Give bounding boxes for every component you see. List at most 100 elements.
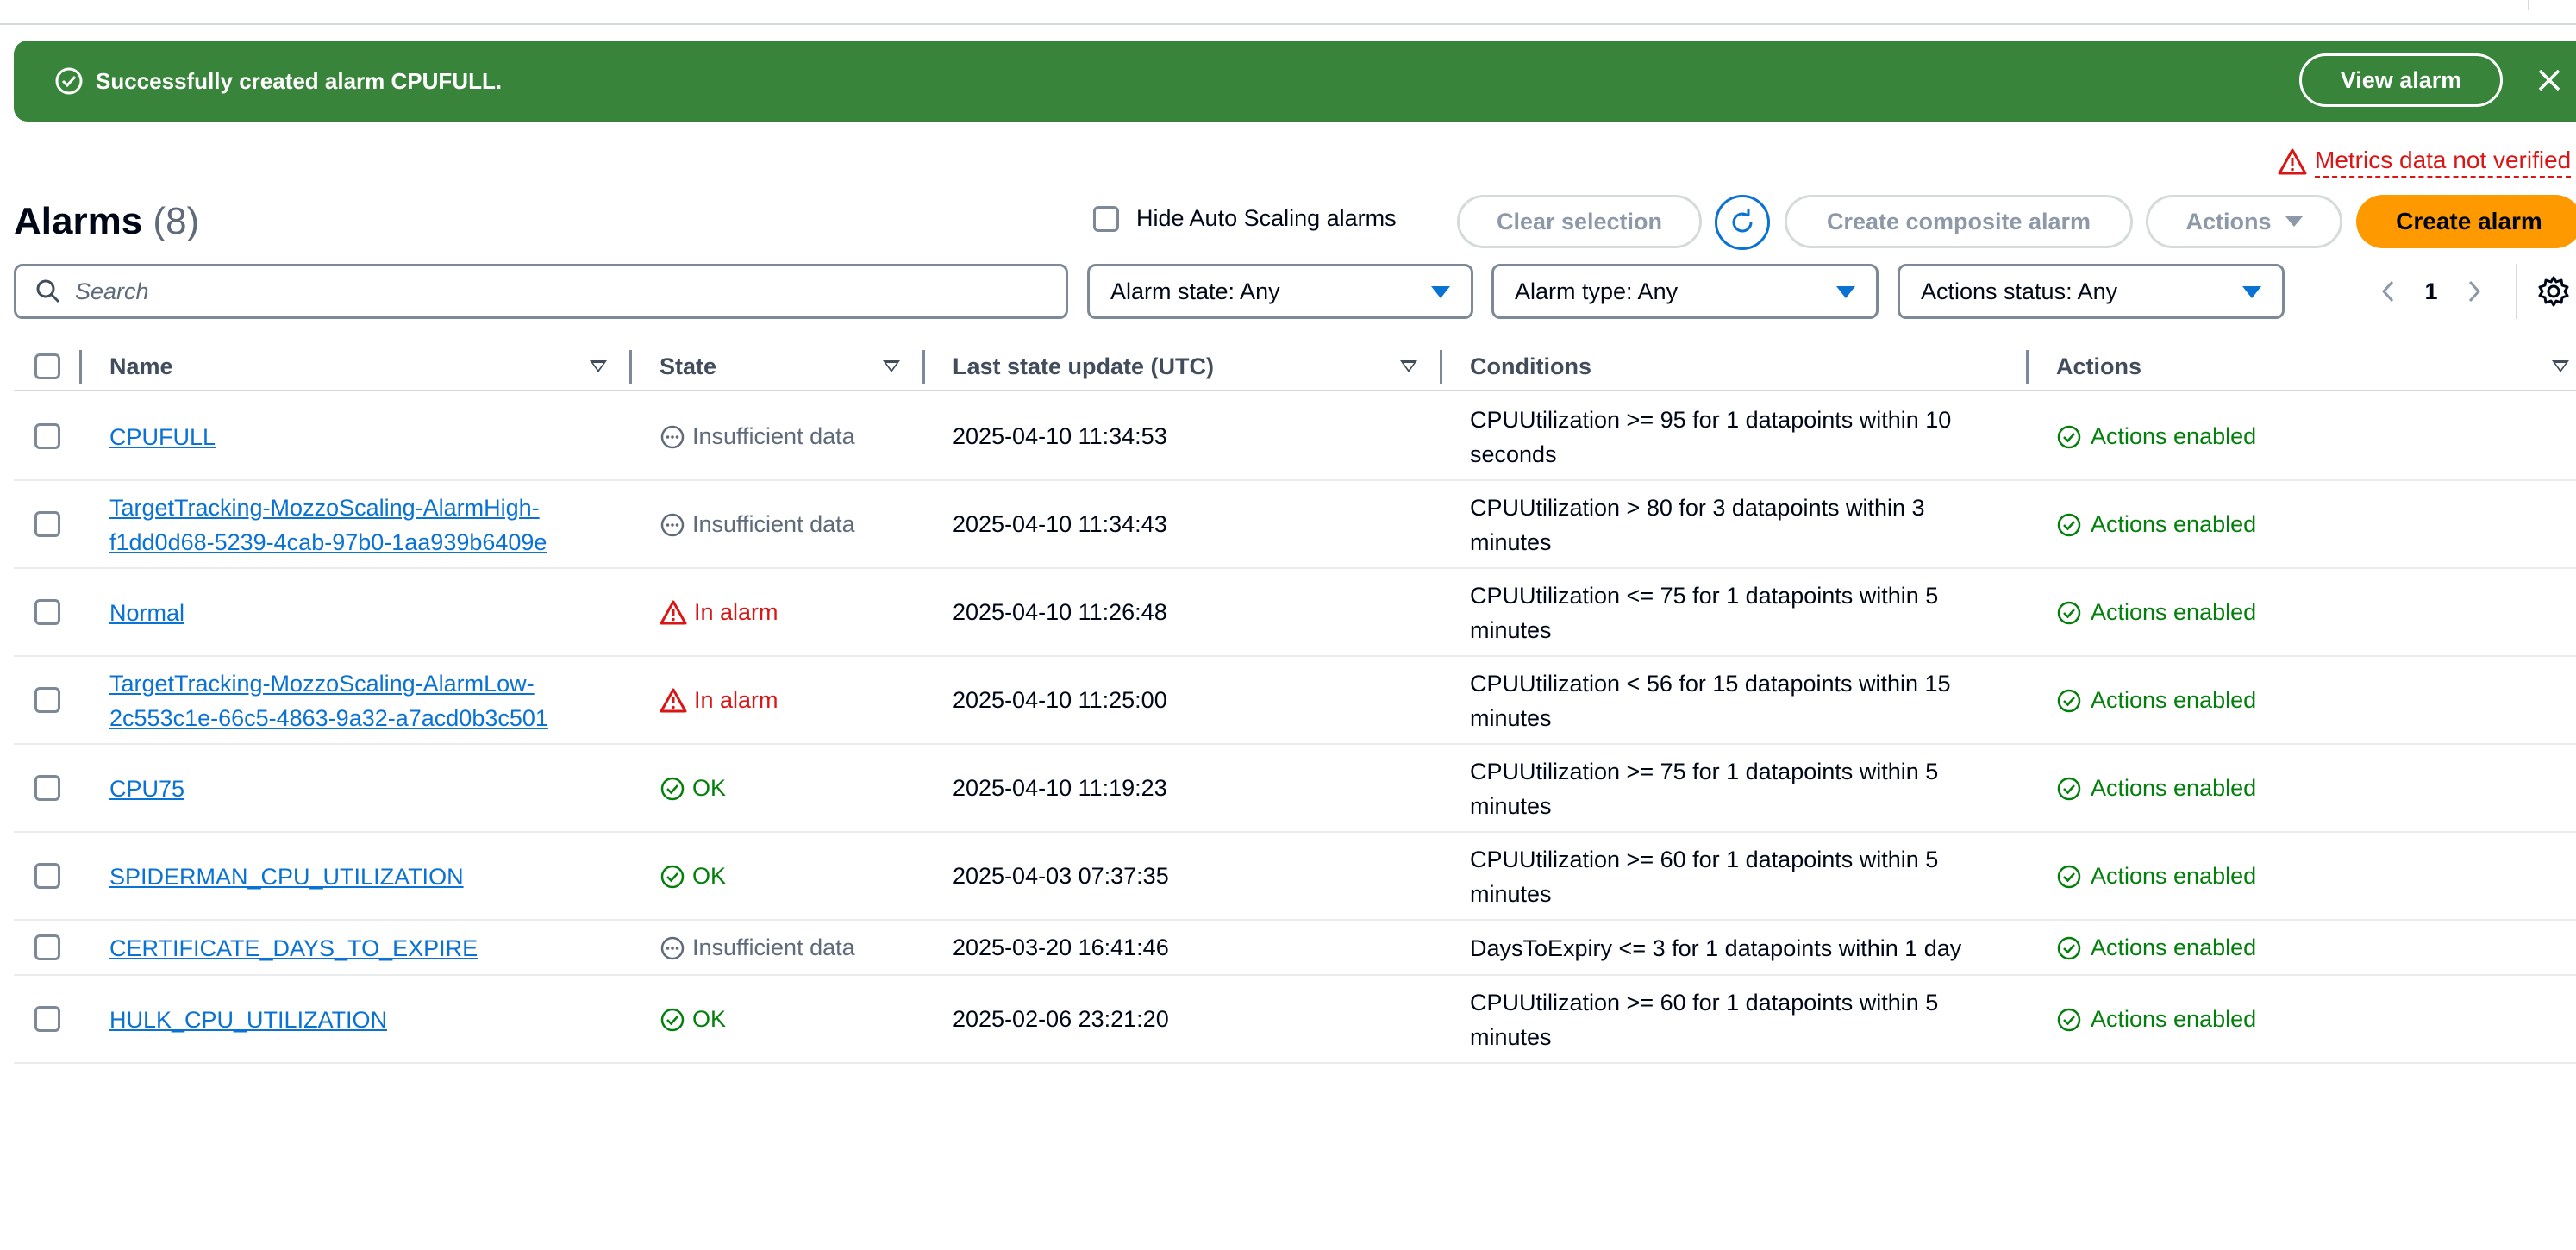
alarm-warning-icon [660,688,687,712]
table-row[interactable]: TargetTracking-MozzoScaling-AlarmLow- 2c5… [14,657,2576,745]
actions-enabled-icon [2057,513,2081,536]
row-select-checkbox[interactable] [34,687,60,713]
clear-selection-button[interactable]: Clear selection [1457,195,1702,248]
actions-status: Actions enabled [2056,687,2256,714]
alarm-name-link[interactable]: CERTIFICATE_DAYS_TO_EXPIRE [109,931,478,966]
actions-enabled-icon [2057,865,2081,888]
select-all-checkbox[interactable] [34,353,60,379]
last-state-update: 2025-03-20 16:41:46 [953,934,1169,960]
close-icon[interactable] [2533,64,2566,97]
alarm-name-link[interactable]: CPU75 [109,772,184,806]
column-header-last-update[interactable]: Last state update (UTC) [953,343,1214,390]
column-header-state[interactable]: State [660,343,716,390]
alarm-state: OK [660,775,726,802]
pagination: 1 [2371,272,2492,310]
alarm-conditions: CPUUtilization < 56 for 15 datapoints wi… [1470,666,1951,735]
alarm-name-link[interactable]: SPIDERMAN_CPU_UTILIZATION [109,859,464,894]
refresh-icon [1732,209,1753,233]
gear-icon[interactable] [2536,274,2571,309]
alarm-name-link[interactable]: TargetTracking-MozzoScaling-AlarmHigh-f1… [109,491,547,559]
sort-icon[interactable] [590,360,607,372]
previous-page-button[interactable] [2371,274,2405,309]
condition-line: CPUUtilization < 56 for 15 datapoints wi… [1470,671,1951,697]
column-divider[interactable] [1440,350,1442,384]
top-divider-tick [2528,0,2529,10]
alarm-name-link[interactable]: CPUFULL [109,420,216,454]
alarm-state: Insufficient data [660,423,855,450]
alarm-conditions: CPUUtilization <= 75 for 1 datapoints wi… [1470,578,1938,647]
alarm-name-line: Normal [109,600,185,626]
alarm-name-line: TargetTracking-MozzoScaling-AlarmLow- [109,671,535,697]
condition-line: CPUUtilization <= 75 for 1 datapoints wi… [1470,583,1939,609]
column-divider[interactable] [922,350,925,384]
column-divider[interactable] [2026,350,2029,384]
column-divider[interactable] [629,350,632,384]
alarm-name-line: 2c553c1e-66c5-4863-9a32-a7acd0b3c501 [109,705,548,731]
condition-line: minutes [1470,793,1552,819]
actions-enabled-icon [2057,601,2081,624]
insufficient-data-icon [660,513,685,536]
actions-dropdown-button[interactable]: Actions [2146,195,2342,248]
alarm-state-text: In alarm [694,599,778,625]
sort-icon[interactable] [2552,360,2569,372]
row-select-checkbox[interactable] [34,1006,60,1032]
current-page-number[interactable]: 1 [2405,278,2457,305]
alarm-state: Insufficient data [660,511,855,538]
actions-status: Actions enabled [2056,511,2256,538]
condition-line: minutes [1470,617,1552,643]
table-row[interactable]: SPIDERMAN_CPU_UTILIZATION OK 2025-04-03 07… [14,833,2576,921]
actions-status-text: Actions enabled [2091,1006,2257,1032]
alarm-type-select[interactable]: Alarm type: Any [1491,264,1879,319]
table-row[interactable]: Normal In alarm 2025-04-10 11:26:48 CPUUtil… [14,569,2576,657]
actions-status-value: Actions status: Any [1921,278,2118,304]
table-row[interactable]: CPUFULL Insufficient data 2025-04-10 11:34… [14,393,2576,481]
page-title: Alarms (8) [14,200,199,243]
search-box[interactable] [14,264,1068,319]
row-select-checkbox[interactable] [34,775,60,801]
alarm-state-text: In alarm [694,687,778,713]
hide-autoscaling-checkbox[interactable] [1093,205,1119,232]
sort-icon[interactable] [883,360,900,372]
row-select-checkbox[interactable] [34,863,60,889]
row-select-checkbox[interactable] [34,599,60,625]
condition-line: minutes [1470,529,1552,555]
row-select-checkbox[interactable] [34,934,60,960]
row-select-checkbox[interactable] [34,511,60,537]
alarm-name-link[interactable]: HULK_CPU_UTILIZATION [109,1003,387,1037]
row-select-checkbox[interactable] [34,423,60,449]
condition-line: minutes [1470,1024,1552,1050]
actions-status-text: Actions enabled [2091,934,2257,960]
table-row[interactable]: CERTIFICATE_DAYS_TO_EXPIRE Insufficient d… [14,921,2576,976]
actions-status-select[interactable]: Actions status: Any [1898,264,2285,319]
next-page-button[interactable] [2457,274,2492,309]
column-header-name[interactable]: Name [109,343,173,390]
alarm-state-select[interactable]: Alarm state: Any [1087,264,1473,319]
alarm-warning-icon [660,600,687,624]
table-row[interactable]: TargetTracking-MozzoScaling-AlarmHigh-f1… [14,481,2576,569]
column-header-actions[interactable]: Actions [2056,343,2141,390]
column-divider[interactable] [79,350,82,384]
condition-line: CPUUtilization >= 60 for 1 datapoints wi… [1470,847,1939,872]
table-row[interactable]: CPU75 OK 2025-04-10 11:19:23 CPUUtilization… [14,745,2576,833]
actions-status: Actions enabled [2056,1006,2256,1033]
table-row[interactable]: HULK_CPU_UTILIZATION OK 2025-02-06 23:21:2… [14,976,2576,1064]
condition-line: minutes [1470,881,1552,907]
sort-icon[interactable] [1400,360,1417,372]
alarm-state-text: Insufficient data [692,934,855,960]
alarm-name-link[interactable]: TargetTracking-MozzoScaling-AlarmLow- 2c5… [109,666,548,735]
alarm-conditions: DaysToExpiry <= 3 for 1 datapoints withi… [1470,931,1961,966]
alarm-state-text: OK [692,863,727,889]
search-input[interactable] [75,278,1023,305]
create-composite-alarm-button[interactable]: Create composite alarm [1785,195,2133,248]
view-alarm-button[interactable]: View alarm [2299,53,2503,107]
last-state-update: 2025-04-10 11:19:23 [953,775,1167,801]
refresh-button[interactable] [1715,195,1770,250]
condition-line: seconds [1470,441,1557,467]
actions-status: Actions enabled [2056,599,2256,626]
alarm-name-link[interactable]: Normal [109,596,184,630]
hide-autoscaling-toggle[interactable]: Hide Auto Scaling alarms [1093,205,1397,232]
actions-enabled-icon [2057,936,2081,959]
column-header-conditions: Conditions [1470,353,1591,379]
metrics-warning-link[interactable]: Metrics data not verified [2277,145,2572,179]
create-alarm-button[interactable]: Create alarm [2356,195,2576,248]
